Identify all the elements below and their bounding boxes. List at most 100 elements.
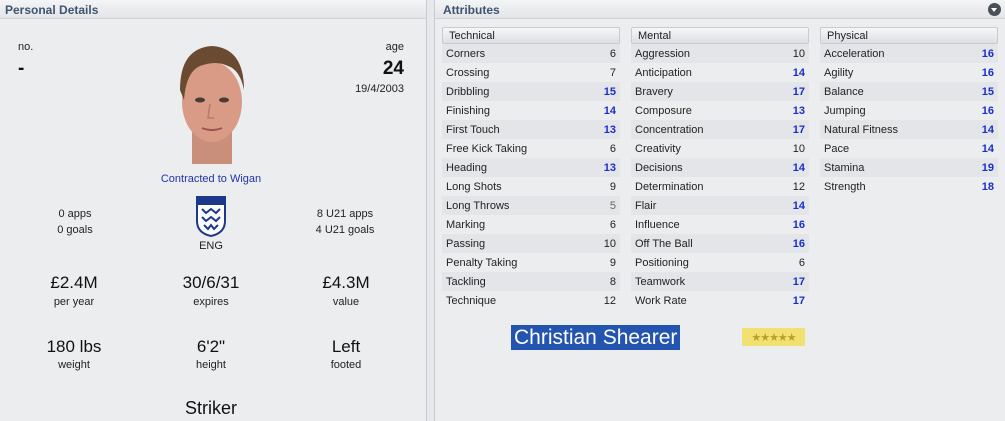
- market-value-label: value: [332, 296, 360, 308]
- attribute-value: 14: [603, 104, 616, 117]
- player-name-highlight[interactable]: Christian Shearer: [511, 325, 681, 350]
- attribute-row[interactable]: Bravery 17: [631, 82, 809, 101]
- attribute-name: Pace: [824, 142, 850, 155]
- attribute-row[interactable]: Determination 12: [631, 177, 809, 196]
- attribute-row[interactable]: Jumping 16: [820, 101, 998, 120]
- attribute-row[interactable]: Anticipation 14: [631, 63, 809, 82]
- attribute-row[interactable]: Technique 12: [442, 291, 620, 310]
- technical-attributes-column: Technical Corners 6 Crossing 7 Dribbling 15 Fi…: [442, 27, 620, 310]
- attribute-name: Off The Ball: [635, 237, 693, 250]
- attribute-value: 17: [792, 123, 805, 136]
- attribute-row[interactable]: Positioning 6: [631, 253, 809, 272]
- attribute-value: 13: [792, 104, 805, 117]
- player-face-image: [180, 46, 244, 164]
- personal-details-title: Personal Details: [5, 3, 99, 17]
- attribute-row[interactable]: Aggression 10: [631, 44, 809, 63]
- star-rating-icon: ★★★★★: [742, 328, 805, 346]
- attribute-row[interactable]: Long Shots 9: [442, 177, 620, 196]
- attribute-row[interactable]: Marking 6: [442, 215, 620, 234]
- squad-number-label: no.: [18, 41, 34, 53]
- personal-details-header: Personal Details: [0, 0, 426, 19]
- attribute-row[interactable]: Pace 14: [820, 139, 998, 158]
- attribute-row[interactable]: Finishing 14: [442, 101, 620, 120]
- attribute-value: 10: [792, 142, 805, 155]
- attribute-row[interactable]: Passing 10: [442, 234, 620, 253]
- contract-club-link[interactable]: Contracted to Wigan: [130, 173, 292, 185]
- attribute-value: 16: [792, 237, 805, 250]
- attribute-value: 15: [603, 85, 616, 98]
- attribute-name: Acceleration: [824, 47, 885, 60]
- attribute-row[interactable]: Tackling 8: [442, 272, 620, 291]
- attribute-value: 16: [981, 66, 994, 79]
- squad-number-value: -: [18, 58, 25, 79]
- attribute-value: 16: [981, 47, 994, 60]
- mental-attributes-column: Mental Aggression 10 Anticipation 14 Bravery…: [631, 27, 809, 310]
- weight-value: 180 lbs: [46, 337, 102, 356]
- attribute-name: Dribbling: [446, 85, 490, 98]
- attribute-name: Natural Fitness: [824, 123, 898, 136]
- attribute-value: 17: [792, 294, 805, 307]
- attribute-name: Long Shots: [446, 180, 502, 193]
- mental-attribute-list: Aggression 10 Anticipation 14 Bravery 17 Compo…: [631, 44, 809, 310]
- attribute-value: 14: [981, 123, 994, 136]
- age-label: age: [385, 41, 404, 53]
- attribute-name: Tackling: [446, 275, 486, 288]
- attribute-name: Work Rate: [635, 294, 687, 307]
- technical-header[interactable]: Technical: [442, 27, 620, 44]
- attribute-row[interactable]: Penalty Taking 9: [442, 253, 620, 272]
- attribute-row[interactable]: Heading 13: [442, 158, 620, 177]
- attribute-row[interactable]: Composure 13: [631, 101, 809, 120]
- england-crest-icon[interactable]: [195, 195, 227, 237]
- attribute-value: 14: [981, 142, 994, 155]
- attribute-row[interactable]: Work Rate 17: [631, 291, 809, 310]
- u21-apps: 8 U21 apps: [316, 208, 374, 220]
- attribute-row[interactable]: Dribbling 15: [442, 82, 620, 101]
- attribute-value: 17: [792, 85, 805, 98]
- attribute-name: Free Kick Taking: [446, 142, 528, 155]
- attribute-name: Influence: [635, 218, 680, 231]
- attribute-name: Agility: [824, 66, 854, 79]
- mental-header[interactable]: Mental: [631, 27, 809, 44]
- attribute-name: Marking: [446, 218, 486, 231]
- date-of-birth: 19/4/2003: [355, 83, 404, 95]
- attribute-row[interactable]: Strength 18: [820, 177, 998, 196]
- technical-attribute-list: Corners 6 Crossing 7 Dribbling 15 Finishing 14 F…: [442, 44, 620, 310]
- attribute-row[interactable]: Off The Ball 16: [631, 234, 809, 253]
- attribute-row[interactable]: Stamina 19: [820, 158, 998, 177]
- attribute-name: Concentration: [635, 123, 704, 136]
- attribute-value: 18: [981, 180, 994, 193]
- attribute-value: 9: [609, 180, 616, 193]
- attribute-value: 5: [609, 199, 616, 212]
- attribute-row[interactable]: Long Throws 5: [442, 196, 620, 215]
- attribute-name: Corners: [446, 47, 486, 60]
- attribute-row[interactable]: First Touch 13: [442, 120, 620, 139]
- attribute-row[interactable]: Acceleration 16: [820, 44, 998, 63]
- attribute-name: Flair: [635, 199, 657, 212]
- physical-header[interactable]: Physical: [820, 27, 998, 44]
- attribute-row[interactable]: Concentration 17: [631, 120, 809, 139]
- attribute-name: Technique: [446, 294, 497, 307]
- attribute-row[interactable]: Teamwork 17: [631, 272, 809, 291]
- attribute-row[interactable]: Agility 16: [820, 63, 998, 82]
- attribute-row[interactable]: Flair 14: [631, 196, 809, 215]
- attribute-row[interactable]: Influence 16: [631, 215, 809, 234]
- height-value: 6'2": [196, 337, 226, 356]
- personal-details-panel: Personal Details no. - age 24 19/4/2003 …: [0, 0, 427, 421]
- attribute-row[interactable]: Crossing 7: [442, 63, 620, 82]
- attribute-value: 6: [798, 256, 805, 269]
- attribute-row[interactable]: Corners 6: [442, 44, 620, 63]
- attribute-row[interactable]: Natural Fitness 14: [820, 120, 998, 139]
- dropdown-menu-icon[interactable]: [988, 3, 1001, 16]
- attribute-name: Anticipation: [635, 66, 692, 79]
- contract-expiry-value: 30/6/31: [182, 273, 240, 292]
- attribute-row[interactable]: Decisions 14: [631, 158, 809, 177]
- u21-goals: 4 U21 goals: [315, 224, 375, 236]
- attribute-value: 6: [609, 218, 616, 231]
- attribute-row[interactable]: Free Kick Taking 6: [442, 139, 620, 158]
- contract-expiry-label: expires: [193, 296, 229, 308]
- attribute-row[interactable]: Balance 15: [820, 82, 998, 101]
- attribute-value: 12: [603, 294, 616, 307]
- attributes-title: Attributes: [443, 3, 500, 17]
- attribute-name: Decisions: [635, 161, 683, 174]
- attribute-row[interactable]: Creativity 10: [631, 139, 809, 158]
